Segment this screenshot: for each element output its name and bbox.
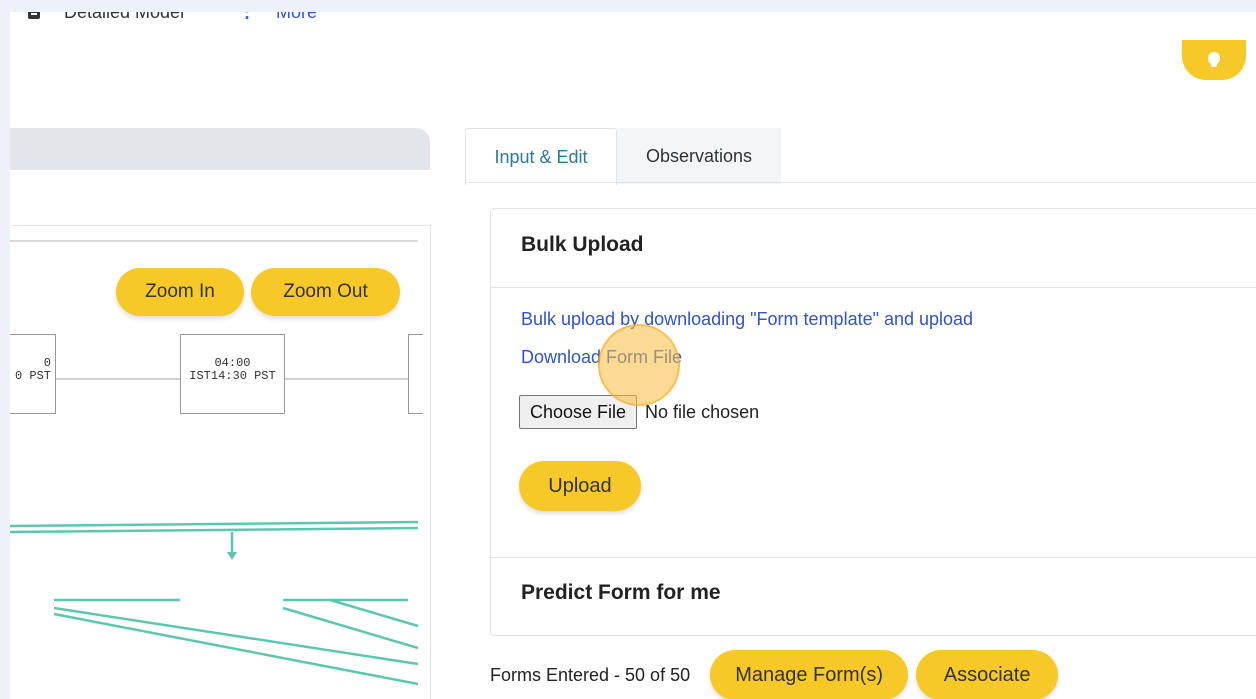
bulk-upload-title: Bulk Upload bbox=[521, 233, 644, 256]
zoom-out-button[interactable]: Zoom Out bbox=[251, 268, 400, 316]
tab-observations[interactable]: Observations bbox=[617, 128, 781, 184]
kebab-menu-icon[interactable]: ⋮ bbox=[238, 12, 256, 22]
divider bbox=[10, 240, 418, 242]
manage-forms-button[interactable]: Manage Form(s) bbox=[710, 650, 909, 699]
more-link[interactable]: More bbox=[276, 12, 317, 23]
upload-button[interactable]: Upload bbox=[519, 461, 641, 511]
timeline-edge bbox=[10, 526, 419, 534]
timeline-edge bbox=[53, 606, 419, 666]
timeline-edge bbox=[10, 520, 419, 528]
forms-footer: Forms Entered - 50 of 50 Manage Form(s) … bbox=[490, 650, 1059, 699]
timeline-edge bbox=[329, 598, 419, 628]
detailed-model-link[interactable]: Detailed Model bbox=[64, 12, 184, 23]
timeline-node[interactable]: 00 PST bbox=[10, 334, 56, 414]
node-time: 04:00 bbox=[214, 356, 251, 370]
document-icon bbox=[28, 12, 40, 19]
bulk-upload-card: Bulk Upload Bulk upload by downloading "… bbox=[490, 208, 1256, 636]
timeline-node[interactable] bbox=[408, 334, 423, 414]
node-zone: 0 PST bbox=[14, 369, 51, 383]
lightbulb-icon bbox=[1208, 52, 1220, 67]
divider bbox=[491, 287, 1256, 288]
arrow-head-icon bbox=[227, 552, 237, 560]
bulk-upload-instruction-link[interactable]: Bulk upload by downloading "Form templat… bbox=[521, 309, 973, 330]
timeline-node[interactable]: 04:00 IST14:30 PST bbox=[180, 334, 285, 414]
node-zone: IST14:30 PST bbox=[189, 369, 276, 383]
timeline-edge bbox=[282, 606, 419, 650]
tab-input-edit[interactable]: Input & Edit bbox=[465, 128, 617, 185]
file-status: No file chosen bbox=[645, 401, 760, 422]
tips-button[interactable] bbox=[1182, 40, 1246, 80]
left-panel-header bbox=[10, 128, 430, 170]
associate-button[interactable]: Associate bbox=[916, 650, 1059, 699]
timeline-panel: Zoom In Zoom Out bbox=[10, 225, 431, 699]
divider bbox=[465, 182, 1256, 183]
divider bbox=[491, 557, 1256, 558]
timeline-graph bbox=[10, 520, 419, 686]
app-page: Detailed Model ⋮ More Zoom In Zoom Out bbox=[10, 12, 1256, 699]
timeline-edge bbox=[53, 612, 419, 686]
forms-entered-count: Forms Entered - 50 of 50 bbox=[490, 664, 691, 685]
zoom-in-button[interactable]: Zoom In bbox=[116, 268, 244, 316]
click-indicator bbox=[598, 324, 680, 406]
predict-form-section[interactable]: Predict Form for me bbox=[521, 581, 721, 605]
tab-bar: Input & Edit Observations bbox=[465, 128, 781, 185]
node-time: 0 bbox=[43, 356, 51, 370]
